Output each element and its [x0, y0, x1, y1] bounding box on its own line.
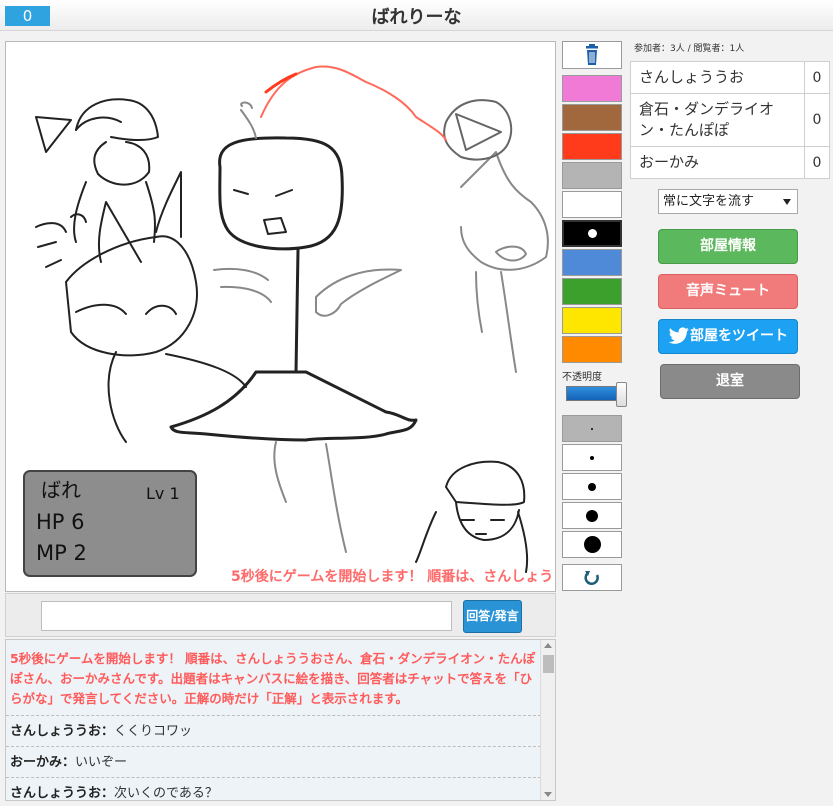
swatch-fill	[563, 250, 621, 275]
color-swatch-white[interactable]	[562, 191, 622, 218]
scroll-thumb[interactable]	[543, 655, 554, 673]
room-title: ばれりーな	[371, 7, 462, 28]
chat-text: いいぞー	[75, 755, 128, 770]
brush-dot-icon	[591, 427, 593, 430]
answer-input[interactable]	[41, 601, 452, 631]
brush-dot-icon	[588, 482, 596, 491]
swatch-fill	[563, 105, 621, 130]
svg-text:MP 2: MP 2	[36, 541, 87, 565]
swatch-fill	[564, 222, 620, 245]
swatch-fill	[563, 192, 621, 217]
swatch-fill	[563, 308, 621, 333]
svg-text:HP 6: HP 6	[36, 510, 85, 534]
brush-dot-icon	[586, 509, 598, 522]
swatch-fill	[563, 337, 621, 362]
room-panel: 参加者：3人 / 閲覧者：1人 さんしょううお 0 倉石・ダンデライオン・たんぽ…	[630, 41, 830, 399]
mute-sound-button[interactable]: 音声ミュート	[658, 274, 798, 309]
chat-message: おーかみ：いいぞー	[6, 747, 541, 778]
answer-row: 回答/発言	[5, 593, 556, 637]
chat-system-message: 5秒後にゲームを開始します！ 順番は、さんしょううおさん、倉石・ダンデライオン・…	[6, 640, 541, 716]
answer-submit-button[interactable]: 回答/発言	[463, 600, 522, 633]
chat-scrollbar[interactable]	[540, 640, 555, 800]
scroll-mode-select[interactable]: 常に文字を流す	[658, 189, 798, 214]
swatch-fill	[563, 134, 621, 159]
chat-author: おーかみ	[10, 755, 63, 770]
participant-counts: 参加者：3人 / 閲覧者：1人	[634, 44, 745, 54]
room-info-button[interactable]: 部屋情報	[658, 229, 798, 264]
twitter-bird-icon	[668, 327, 689, 344]
tweet-room-button[interactable]: 部屋をツイート	[658, 319, 798, 354]
brush-size-4[interactable]	[562, 502, 622, 529]
brush-size-3[interactable]	[562, 473, 622, 500]
undo-button[interactable]	[562, 564, 622, 591]
opacity-slider[interactable]	[566, 382, 627, 407]
player-row: さんしょううお 0	[631, 62, 829, 94]
player-row: 倉石・ダンデライオン・たんぽぽ 0	[631, 94, 829, 147]
player-name: おーかみ	[631, 147, 805, 178]
color-swatch-black-selected[interactable]	[562, 220, 622, 247]
chat-author: さんしょううお	[10, 786, 102, 801]
color-swatch-brown[interactable]	[562, 104, 622, 131]
player-score: 0	[812, 112, 822, 128]
opacity-slider-track[interactable]	[566, 386, 618, 401]
brush-size-1-selected[interactable]	[562, 415, 622, 442]
color-swatch-green[interactable]	[562, 278, 622, 305]
top-bar: 0 ばれりーな	[0, 0, 833, 31]
scroll-down-arrow-icon[interactable]	[544, 792, 552, 797]
brush-size-2[interactable]	[562, 444, 622, 471]
svg-text:ばれ: ばれ	[41, 478, 81, 502]
scroll-up-arrow-icon[interactable]	[544, 643, 552, 648]
player-score: 0	[812, 154, 822, 171]
swatch-fill	[563, 76, 621, 101]
player-score: 0	[812, 69, 822, 86]
player-list: さんしょううお 0 倉石・ダンデライオン・たんぽぽ 0 おーかみ 0	[630, 61, 830, 179]
chat-separator: ：	[101, 786, 115, 801]
exit-room-button[interactable]: 退室	[660, 364, 800, 399]
chat-separator: ：	[101, 724, 115, 739]
color-swatch-pink[interactable]	[562, 75, 622, 102]
chat-message: さんしょううお：次いくのである？	[6, 778, 541, 801]
color-swatch-red[interactable]	[562, 133, 622, 160]
trash-icon	[586, 44, 598, 65]
clear-canvas-button[interactable]	[562, 41, 622, 69]
color-swatch-orange[interactable]	[562, 336, 622, 363]
opacity-label: 不透明度	[562, 372, 602, 383]
selected-indicator-icon	[587, 229, 597, 238]
swatch-fill	[563, 163, 621, 188]
svg-text:Lv 1: Lv 1	[146, 484, 180, 503]
opacity-slider-knob[interactable]	[616, 382, 627, 407]
color-swatch-yellow[interactable]	[562, 307, 622, 334]
scroll-mode-value: 常に文字を流す	[663, 194, 755, 209]
color-swatch-gray[interactable]	[562, 162, 622, 189]
brush-dot-icon	[583, 536, 601, 553]
undo-icon	[584, 570, 599, 585]
chevron-down-icon	[783, 199, 791, 205]
brush-dot-icon	[590, 455, 594, 460]
chat-text: 次いくのである？	[114, 786, 218, 801]
player-name: 倉石・ダンデライオン・たんぽぽ	[631, 94, 805, 146]
brush-size-5[interactable]	[562, 531, 622, 558]
player-row: おーかみ 0	[631, 147, 829, 178]
swatch-fill	[563, 279, 621, 304]
chat-separator: ：	[62, 755, 76, 770]
scrolling-ticker: 5秒後にゲームを開始します！ 順番は、さんしょううおさん、倉石	[231, 569, 555, 585]
chat-log[interactable]: 5秒後にゲームを開始します！ 順番は、さんしょううおさん、倉石・ダンデライオン・…	[5, 639, 556, 801]
player-name: さんしょううお	[631, 62, 805, 93]
drawing-canvas[interactable]: ばれ Lv 1 HP 6 MP 2 5秒後にゲームを開始します！ 順番は、さんし…	[5, 41, 556, 592]
chat-message: さんしょううお：くくりコワッ	[6, 716, 541, 747]
color-swatch-blue[interactable]	[562, 249, 622, 276]
canvas-drawing: ばれ Lv 1 HP 6 MP 2	[23, 65, 549, 577]
chat-author: さんしょううお	[10, 724, 102, 739]
chat-text: くくりコワッ	[114, 724, 193, 739]
